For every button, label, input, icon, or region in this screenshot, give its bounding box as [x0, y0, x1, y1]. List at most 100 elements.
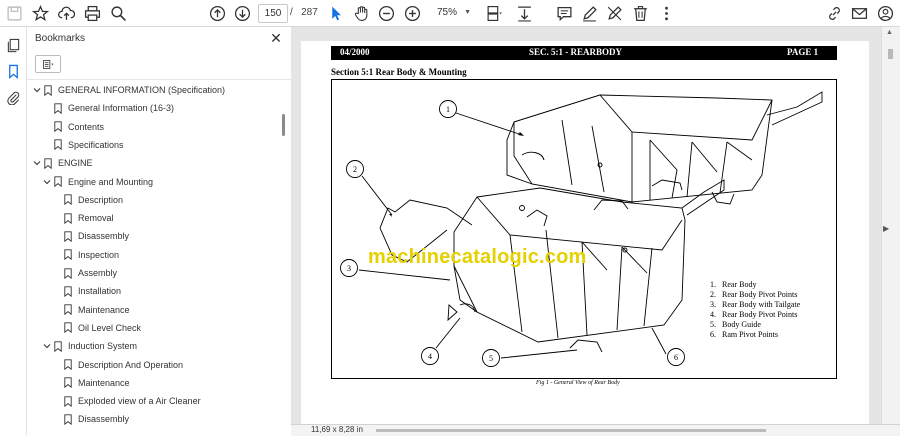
- previous-page-icon[interactable]: [207, 3, 227, 23]
- chevron-down-icon[interactable]: [31, 81, 43, 99]
- legend-item: 1. Rear Body: [710, 280, 800, 290]
- section-title: Section 5:1 Rear Body & Mounting: [331, 67, 467, 77]
- bookmark-item[interactable]: General Information (16-3): [41, 99, 174, 117]
- zoom-out-icon[interactable]: [376, 3, 396, 23]
- chevron-down-icon[interactable]: [31, 154, 43, 172]
- zoom-level-select[interactable]: 75% ▼: [431, 4, 471, 21]
- attachments-icon[interactable]: [4, 88, 22, 106]
- bookmark-item[interactable]: Maintenance: [51, 374, 130, 392]
- next-page-icon[interactable]: [232, 3, 252, 23]
- bookmark-item[interactable]: Removal: [51, 209, 114, 227]
- bookmark-item[interactable]: Disassembly: [51, 227, 129, 245]
- zoom-level-value: 75%: [437, 7, 458, 18]
- horizontal-scrollbar[interactable]: [376, 429, 766, 432]
- bookmark-icon: [63, 249, 73, 261]
- bookmark-label: ENGINE: [58, 158, 93, 169]
- bookmark-label: Disassembly: [78, 231, 130, 242]
- scroll-thumb[interactable]: [888, 49, 893, 59]
- page-size-label: 11,69 x 8,28 in: [311, 425, 363, 434]
- header-date: 04/2000: [340, 47, 370, 57]
- bookmark-item[interactable]: Engine and Mounting: [41, 173, 153, 191]
- page-number-input[interactable]: 150: [258, 4, 288, 23]
- chevron-down-icon[interactable]: [41, 337, 53, 355]
- page-display-icon[interactable]: [484, 3, 504, 23]
- bookmark-item[interactable]: Description: [51, 191, 123, 209]
- scroll-up-icon[interactable]: ▲: [886, 29, 893, 36]
- bookmark-item[interactable]: Contents: [41, 118, 104, 136]
- bookmark-item[interactable]: ENGINE: [31, 154, 93, 172]
- comment-icon[interactable]: [554, 3, 574, 23]
- draw-pen-icon[interactable]: [579, 3, 599, 23]
- bookmark-tree: GENERAL INFORMATION (Specification) Gener…: [27, 80, 279, 435]
- print-icon[interactable]: [82, 3, 102, 23]
- account-icon[interactable]: [875, 3, 895, 23]
- top-toolbar: 150 / 287 75% ▼: [0, 0, 900, 27]
- bookmark-label: Assembly: [78, 268, 118, 278]
- close-icon[interactable]: ✕: [269, 31, 283, 45]
- pdf-page: 04/2000 SEC. 5:1 - REARBODY PAGE 1 Secti…: [301, 41, 869, 437]
- bookmark-label: GENERAL INFORMATION (Specification): [58, 85, 226, 95]
- legend-text: Body Guide: [722, 320, 761, 329]
- bookmark-item[interactable]: Assembly: [51, 264, 117, 282]
- collapse-right-panel-icon[interactable]: ▶: [883, 224, 889, 233]
- hand-tool-icon[interactable]: [351, 3, 371, 23]
- bookmark-icon: [63, 359, 73, 371]
- email-icon[interactable]: [849, 3, 869, 23]
- bookmarks-panel-icon[interactable]: [4, 62, 22, 80]
- bookmark-item[interactable]: Inspection: [51, 246, 119, 264]
- bookmark-item[interactable]: GENERAL INFORMATION (Specification): [31, 81, 225, 99]
- legend-text: Rear Body Pivot Points: [722, 290, 798, 299]
- bookmark-item[interactable]: Maintenance: [51, 301, 130, 319]
- search-zoom-icon[interactable]: [108, 3, 128, 23]
- bookmark-icon: [63, 395, 73, 407]
- bookmark-item[interactable]: Induction System: [41, 337, 137, 355]
- bookmark-label: Description And Operation: [78, 359, 184, 370]
- bookmark-icon: [53, 139, 63, 151]
- bookmark-icon: [43, 157, 53, 169]
- chevron-down-icon[interactable]: [41, 173, 53, 191]
- bookmark-icon: [53, 340, 63, 352]
- save-icon[interactable]: [4, 3, 24, 23]
- callout-label: 2: [353, 165, 357, 174]
- bookmark-options-button[interactable]: [35, 55, 61, 73]
- eraser-icon[interactable]: [604, 3, 624, 23]
- page-thumbnails-icon[interactable]: [4, 36, 22, 54]
- bookmark-label: Maintenance: [78, 304, 130, 315]
- share-link-icon[interactable]: [824, 3, 844, 23]
- bookmark-icon: [63, 212, 73, 224]
- select-tool-icon[interactable]: [326, 3, 346, 23]
- legend-number: 4.: [710, 310, 716, 319]
- bookmark-label: Oil Level Check: [78, 322, 142, 333]
- bookmark-star-icon[interactable]: [30, 3, 50, 23]
- bookmark-item[interactable]: Installation: [51, 282, 121, 300]
- zoom-in-icon[interactable]: [402, 3, 422, 23]
- more-tools-icon[interactable]: [656, 3, 676, 23]
- page-count-label: / 287: [290, 7, 318, 18]
- bookmark-label: Exploded view of a Air Cleaner: [78, 396, 201, 407]
- left-icon-rail: [0, 27, 27, 435]
- bookmark-icon: [53, 176, 63, 188]
- bookmark-icon: [63, 413, 73, 425]
- delete-icon[interactable]: [630, 3, 650, 23]
- callout-label: 5: [489, 354, 493, 363]
- list-options-icon: [42, 59, 53, 69]
- bookmark-item[interactable]: Oil Level Check: [51, 319, 141, 337]
- panel-scrollbar[interactable]: [282, 114, 285, 136]
- bookmark-item[interactable]: Specifications: [41, 136, 124, 154]
- bookmark-item[interactable]: Disassembly: [51, 410, 129, 428]
- figure-caption: Fig 1 - General View of Rear Body: [536, 380, 620, 386]
- scroll-mode-icon[interactable]: [514, 3, 534, 23]
- cloud-upload-icon[interactable]: [56, 3, 76, 23]
- bookmark-item[interactable]: Description And Operation: [51, 356, 183, 374]
- bookmark-item[interactable]: Exploded view of a Air Cleaner: [51, 392, 201, 410]
- vertical-scrollbar[interactable]: ▲ ▶: [881, 27, 900, 424]
- bookmark-icon: [53, 102, 63, 114]
